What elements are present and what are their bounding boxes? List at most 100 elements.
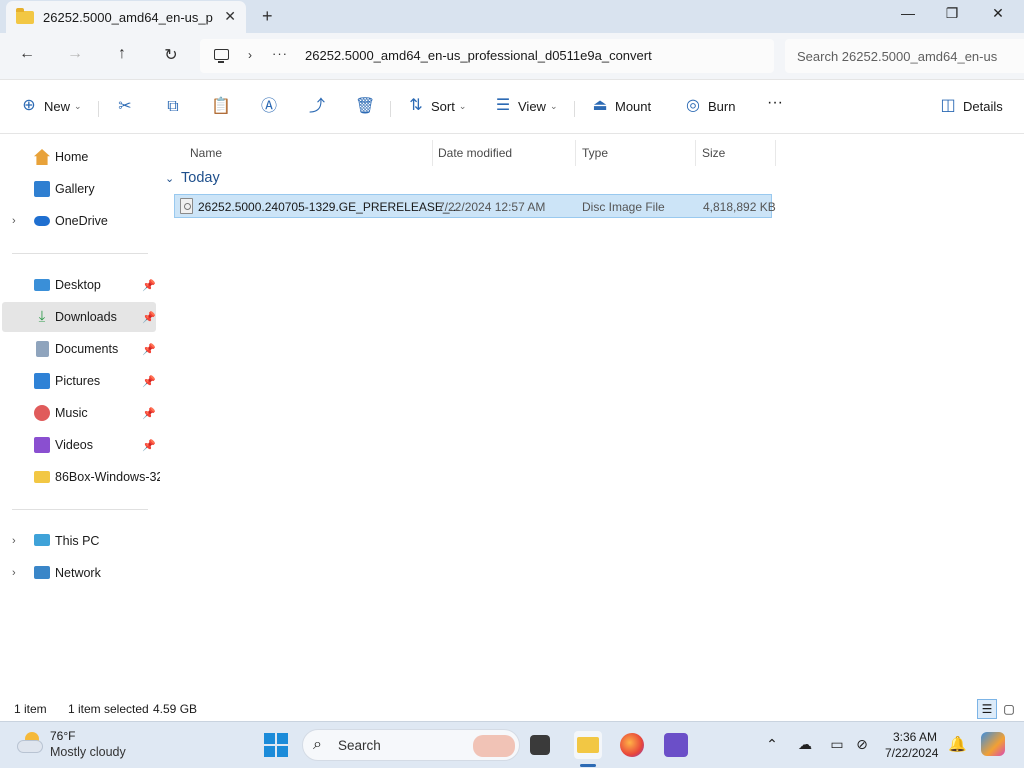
copy-button[interactable]: ⧉ [163, 97, 183, 117]
details-pane-icon: ◫ [940, 97, 956, 114]
title-bar: 26252.5000_amd64_en-us_pro ✕ + — ❐ ✕ [0, 0, 1024, 33]
onedrive-icon [34, 216, 50, 226]
terminal-app-icon[interactable] [530, 735, 550, 755]
active-app-indicator [580, 764, 596, 767]
pin-icon[interactable]: 📌 [142, 311, 156, 324]
sidebar-item-videos[interactable]: Videos 📌 [2, 430, 156, 460]
column-header-type[interactable]: Type [582, 140, 608, 166]
sidebar-item-documents[interactable]: Documents 📌 [2, 334, 156, 364]
weather-condition[interactable]: Mostly cloudy [50, 745, 126, 759]
new-label: New [44, 98, 71, 114]
column-divider[interactable] [695, 140, 696, 166]
weather-widget[interactable] [17, 732, 43, 754]
tab-title: 26252.5000_amd64_en-us_pro [43, 9, 213, 25]
table-row[interactable]: 26252.5000.240705-1329.GE_PRERELEASE_...… [174, 194, 776, 218]
pin-icon[interactable]: 📌 [142, 375, 156, 388]
sidebar-item-label: OneDrive [55, 214, 108, 228]
expand-chevron-icon[interactable]: › [12, 535, 16, 547]
large-icons-view-button[interactable]: ▢ [999, 699, 1019, 719]
share-button[interactable]: ⤴ [307, 97, 327, 117]
sidebar-item-onedrive[interactable]: › OneDrive [2, 206, 156, 236]
column-header-name[interactable]: Name [190, 140, 222, 166]
file-name: 26252.5000.240705-1329.GE_PRERELEASE_... [198, 200, 460, 214]
taskbar-search[interactable]: ⌕ Search [302, 729, 520, 761]
sidebar-item-86box[interactable]: 86Box-Windows-32 [2, 462, 163, 492]
sidebar-item-label: Music [55, 406, 88, 420]
mount-button[interactable]: ⏏ Mount [591, 97, 651, 115]
new-button[interactable]: ⊕ New ⌄ [20, 97, 81, 115]
minimize-button[interactable]: — [898, 5, 918, 21]
sidebar-item-network[interactable]: › Network [2, 558, 156, 588]
toolbar-divider [98, 101, 99, 117]
file-type: Disc Image File [582, 200, 665, 214]
details-pane-button[interactable]: ◫ Details [939, 97, 1002, 115]
start-button[interactable] [264, 733, 288, 757]
search-input[interactable] [785, 39, 1015, 73]
sidebar-item-home[interactable]: Home [2, 142, 156, 172]
sidebar-item-pictures[interactable]: Pictures 📌 [2, 366, 156, 396]
sidebar-item-music[interactable]: Music 📌 [2, 398, 156, 428]
refresh-button[interactable]: ↻ [160, 45, 182, 65]
pin-icon[interactable]: 📌 [142, 439, 156, 452]
disc-image-file-icon [180, 198, 193, 214]
pin-icon[interactable]: 📌 [142, 407, 156, 420]
group-header-today[interactable]: Today [181, 170, 220, 186]
group-collapse-chevron-icon[interactable]: ⌄ [165, 172, 174, 185]
this-pc-icon[interactable] [214, 49, 229, 63]
copilot-icon[interactable] [981, 732, 1005, 756]
sidebar-item-label: Downloads [55, 310, 117, 324]
weather-temperature[interactable]: 76°F [50, 729, 75, 743]
burn-button[interactable]: ◎ Burn [684, 97, 735, 115]
chevron-down-icon: ⌄ [549, 100, 558, 111]
folder-icon [34, 471, 50, 483]
pin-icon[interactable]: 📌 [142, 343, 156, 356]
sidebar-item-downloads[interactable]: ⤓ Downloads 📌 [2, 302, 156, 332]
details-view-button[interactable]: ☰ [977, 699, 997, 719]
close-window-button[interactable]: ✕ [988, 5, 1008, 22]
cut-button[interactable]: ✂ [115, 97, 135, 117]
sort-button[interactable]: ⇅ Sort ⌄ [407, 97, 466, 115]
chevron-down-icon: ⌄ [458, 100, 467, 111]
view-button[interactable]: ☰ View ⌄ [494, 97, 558, 115]
onedrive-offline-icon[interactable]: ☁ [795, 736, 815, 753]
maximize-button[interactable]: ❐ [942, 5, 962, 22]
expand-chevron-icon[interactable]: › [12, 215, 16, 227]
new-tab-button[interactable]: + [262, 6, 273, 27]
back-button[interactable]: ← [16, 45, 38, 63]
tab-current-folder[interactable]: 26252.5000_amd64_en-us_pro ✕ [6, 1, 246, 33]
pin-icon[interactable]: 📌 [142, 279, 156, 292]
column-header-date-modified[interactable]: Date modified [438, 140, 512, 166]
tab-close-icon[interactable]: ✕ [224, 8, 236, 25]
sidebar-item-this-pc[interactable]: › This PC [2, 526, 156, 556]
forward-button[interactable]: → [64, 45, 86, 63]
mount-drive-icon: ⏏ [592, 97, 608, 114]
address-bar[interactable]: › ··· 26252.5000_amd64_en-us_professiona… [200, 39, 774, 73]
column-divider[interactable] [432, 140, 433, 166]
column-divider[interactable] [575, 140, 576, 166]
this-pc-icon [34, 534, 50, 546]
delete-button[interactable]: 🗑 [355, 97, 375, 117]
more-options-button[interactable]: ··· [767, 94, 783, 112]
visual-studio-app-icon[interactable] [664, 733, 688, 757]
display-icon[interactable]: ▭ [827, 736, 847, 753]
file-explorer-app-icon[interactable] [574, 731, 602, 759]
rename-button[interactable]: Ⓐ [259, 97, 279, 117]
up-button[interactable]: ↑ [111, 45, 133, 63]
firefox-app-icon[interactable] [620, 733, 644, 757]
network-status-icon[interactable]: ⊘ [852, 736, 872, 753]
breadcrumb-chevron-icon[interactable]: › [248, 48, 252, 62]
sidebar-item-desktop[interactable]: Desktop 📌 [2, 270, 156, 300]
clock-time[interactable]: 3:36 AM [893, 730, 937, 744]
breadcrumb-current-folder[interactable]: 26252.5000_amd64_en-us_professional_d051… [305, 48, 652, 63]
expand-chevron-icon[interactable]: › [12, 567, 16, 579]
column-header-size[interactable]: Size [702, 140, 725, 166]
documents-icon [36, 341, 49, 357]
column-divider[interactable] [775, 140, 776, 166]
paste-button[interactable]: 📋 [211, 97, 231, 117]
clock-date[interactable]: 7/22/2024 [885, 746, 938, 760]
search-box[interactable] [785, 39, 1024, 73]
sidebar-item-gallery[interactable]: Gallery [2, 174, 156, 204]
notification-bell-icon[interactable]: 🔔 [948, 735, 967, 753]
breadcrumb-overflow-button[interactable]: ··· [272, 46, 288, 61]
show-hidden-icons-button[interactable]: ⌃ [762, 736, 782, 753]
